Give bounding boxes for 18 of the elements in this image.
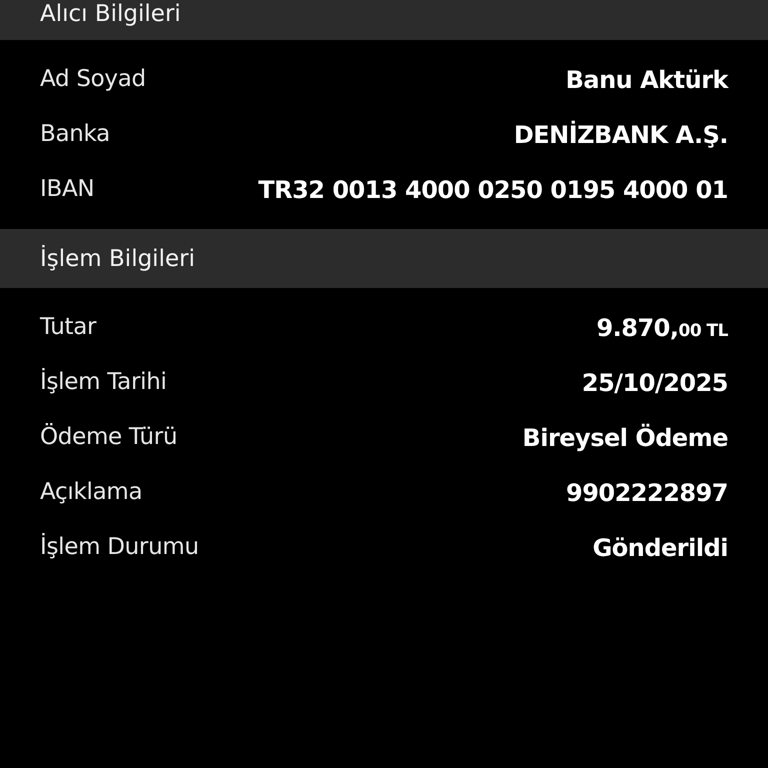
field-value: Bireysel Ödeme xyxy=(522,422,728,454)
section-title: İşlem Bilgileri xyxy=(40,244,195,272)
section-title: Alıcı Bilgileri xyxy=(40,0,181,28)
field-value: Gönderildi xyxy=(592,532,728,564)
field-label: Açıklama xyxy=(40,478,142,508)
field-label: Ad Soyad xyxy=(40,65,146,94)
field-value: Banu Aktürk xyxy=(566,64,728,96)
field-value: TR32 0013 4000 0250 0195 4000 01 xyxy=(258,174,728,206)
field-label: Tutar xyxy=(40,313,96,342)
field-value: 9902222897 xyxy=(566,478,728,508)
field-label: Banka xyxy=(40,120,110,150)
field-value: 9.870,00 TL xyxy=(596,312,728,344)
field-label: IBAN xyxy=(40,175,94,204)
field-label: Ödeme Türü xyxy=(40,422,178,452)
field-label: İşlem Tarihi xyxy=(40,367,167,398)
field-label: İşlem Durumu xyxy=(40,532,199,562)
field-value: 25/10/2025 xyxy=(582,368,728,398)
field-value: DENİZBANK A.Ş. xyxy=(514,120,728,150)
